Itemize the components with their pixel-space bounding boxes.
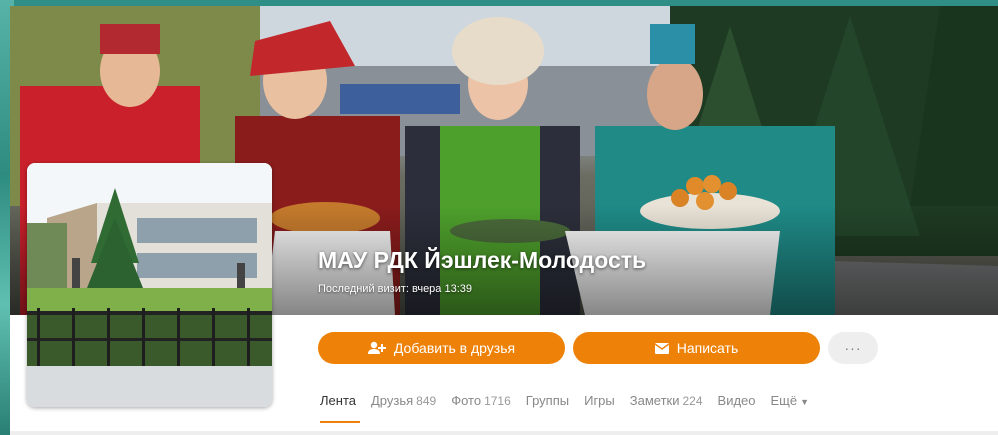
ellipsis-icon: ··· — [844, 340, 862, 356]
tab-label: Друзья — [370, 393, 414, 408]
profile-name: МАУ РДК Йэшлек-Молодость — [318, 247, 647, 273]
triangle-down-icon: ▼ — [800, 397, 810, 407]
more-actions-button[interactable]: ··· — [828, 332, 878, 364]
add-friend-button[interactable]: Добавить в друзья — [318, 332, 565, 364]
profile-card: МАУ РДК Йэшлек-Молодость Последний визит… — [10, 6, 998, 435]
active-tab-indicator — [320, 421, 360, 423]
tab-more[interactable]: Ещё ▼ — [771, 393, 810, 415]
avatar-image — [27, 163, 272, 407]
profile-avatar[interactable] — [27, 163, 272, 407]
tab-notes[interactable]: Заметки 224 — [630, 393, 703, 415]
tab-photos[interactable]: Фото 1716 — [451, 393, 511, 415]
tab-label: Лента — [320, 393, 356, 408]
tab-groups[interactable]: Группы — [526, 393, 569, 415]
tab-feed[interactable]: Лента — [320, 393, 356, 415]
tab-label: Ещё — [770, 393, 798, 408]
tab-label: Видео — [717, 393, 756, 408]
envelope-icon — [654, 342, 669, 354]
tab-label: Игры — [584, 393, 615, 408]
user-plus-icon — [367, 341, 386, 355]
tab-label: Заметки — [629, 393, 680, 408]
tab-count: 224 — [682, 394, 703, 408]
tab-games[interactable]: Игры — [584, 393, 615, 415]
tab-count: 849 — [416, 394, 437, 408]
tab-video[interactable]: Видео — [718, 393, 756, 415]
tab-label: Группы — [525, 393, 570, 408]
content-divider — [10, 431, 998, 435]
tab-label: Фото — [451, 393, 482, 408]
tab-friends[interactable]: Друзья 849 — [371, 393, 436, 415]
last-visit-text: Последний визит: вчера 13:39 — [318, 283, 472, 295]
write-message-label: Написать — [676, 340, 739, 356]
add-friend-label: Добавить в друзья — [393, 340, 516, 356]
write-message-button[interactable]: Написать — [573, 332, 820, 364]
tab-count: 1716 — [484, 394, 511, 408]
profile-tabs: Лента Друзья 849 Фото 1716 Группы Игры З… — [320, 393, 809, 415]
